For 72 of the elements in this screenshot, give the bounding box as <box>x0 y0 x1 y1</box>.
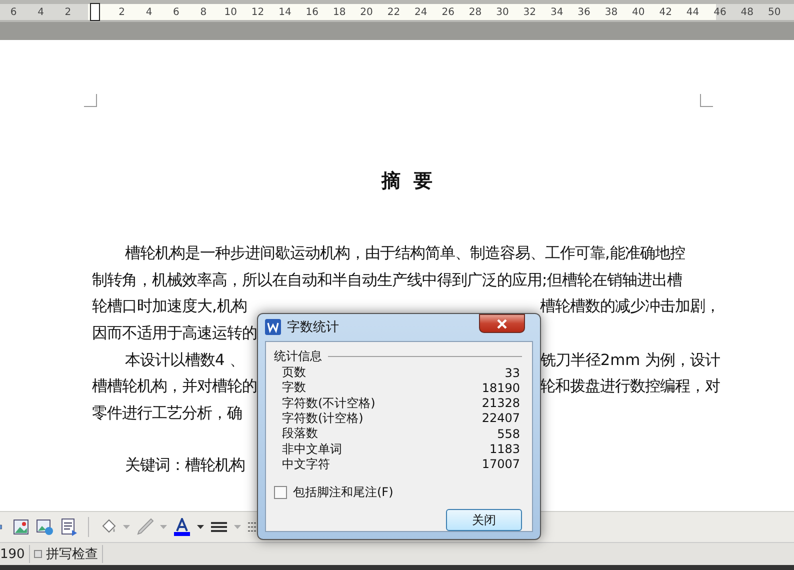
close-icon <box>496 318 508 328</box>
ruler-number: 44 <box>685 6 700 18</box>
ruler-number: 14 <box>278 6 292 18</box>
body-text: 本设计以槽数4 、 <box>125 350 245 371</box>
body-text: 轮槽口时加速度大,机构 <box>92 296 247 318</box>
stat-value: 558 <box>497 426 520 441</box>
text-box-icon[interactable] <box>60 518 78 536</box>
picture-icon[interactable] <box>12 518 30 536</box>
body-text: 制转角，机械效率高，所以在自动和半自动生产线中得到广泛的应用;但槽轮在销轴进出槽 <box>92 270 682 291</box>
indent-marker[interactable] <box>90 3 100 21</box>
ruler-number: 22 <box>386 6 402 18</box>
body-text: 槽轮机构是一种步进间歇运动机构，由于结构简单、制造容易、工作可靠,能准确地控 <box>125 242 685 264</box>
ruler-number: 6 <box>172 6 180 18</box>
ruler-number: 28 <box>468 6 483 18</box>
ruler-number: 16 <box>304 6 320 18</box>
stat-value: 1183 <box>489 442 520 456</box>
picture-icon[interactable] <box>36 518 54 536</box>
stat-label: 字符数(不计空格) <box>282 394 376 412</box>
body-text: 槽槽轮机构，并对槽轮的 <box>92 376 257 398</box>
ruler-number: 30 <box>495 6 510 18</box>
document-title: 摘 要 <box>380 169 434 194</box>
stat-label: 字数 <box>282 379 306 396</box>
stat-value: 17007 <box>482 457 520 472</box>
ruler-number: 36 <box>576 6 592 18</box>
group-label: 统计信息 <box>274 348 322 365</box>
caret-icon[interactable] <box>197 525 204 529</box>
ruler-number: 10 <box>223 6 238 18</box>
font-color-icon[interactable] <box>173 518 191 536</box>
corner-mark <box>700 94 713 107</box>
stat-label: 非中文单词 <box>282 440 342 458</box>
corner-mark <box>84 94 97 107</box>
dialog-title: 字数统计 <box>287 319 339 336</box>
ruler-number: 34 <box>549 6 564 18</box>
square-icon <box>34 550 42 558</box>
ruler-number: 48 <box>740 6 755 18</box>
body-text: 轮和拨盘进行数控编程，对 <box>540 376 720 398</box>
ruler-number: 4 <box>36 6 45 18</box>
keywords-text: 关键词：槽轮机构 <box>125 454 245 476</box>
ruler-number: 24 <box>414 6 428 18</box>
ruler-number: 26 <box>440 6 456 18</box>
body-text: 槽轮槽数的减少冲击加剧， <box>540 296 720 318</box>
close-button[interactable] <box>479 314 525 333</box>
stat-value: 33 <box>504 366 520 380</box>
ruler-number: 4 <box>144 6 154 18</box>
ruler-number: 40 <box>631 6 646 18</box>
ruler-number: 50 <box>766 6 782 18</box>
body-text: 因而不适用于高速运转的 <box>92 322 257 344</box>
ruler-number: 20 <box>359 6 374 18</box>
ruler-number: 8 <box>199 6 208 18</box>
ruler-number: 38 <box>604 6 619 18</box>
ruler-number: 18 <box>332 6 347 18</box>
status-count: 190 <box>0 545 30 563</box>
stat-value: 18190 <box>482 380 520 395</box>
stat-label: 中文字符 <box>282 456 330 473</box>
app-logo-icon <box>265 319 281 336</box>
stat-value: 22407 <box>482 411 520 426</box>
ruler-number: 12 <box>250 6 266 18</box>
body-text: 零件进行工艺分析，确 <box>92 402 242 424</box>
stat-label: 字符数(计空格) <box>282 410 364 427</box>
stat-label: 页数 <box>282 364 306 380</box>
ruler-number: 32 <box>522 6 538 18</box>
spell-check-status[interactable]: 拼写检查 <box>30 545 103 563</box>
ruler-number: 42 <box>658 6 673 18</box>
stat-value: 21328 <box>482 396 520 410</box>
ruler-number: 2 <box>118 6 126 18</box>
ruler-number: 6 <box>9 6 18 18</box>
footnote-checkbox[interactable]: 包括脚注和尾注(F) <box>274 484 522 501</box>
ruler-number: 46 <box>712 6 728 18</box>
close-dialog-button[interactable]: 关闭 <box>446 509 522 531</box>
body-text: 铣刀半径2mm 为例，设计 <box>540 350 720 371</box>
ruler-number: 2 <box>64 6 72 18</box>
stat-label: 段落数 <box>282 425 318 442</box>
